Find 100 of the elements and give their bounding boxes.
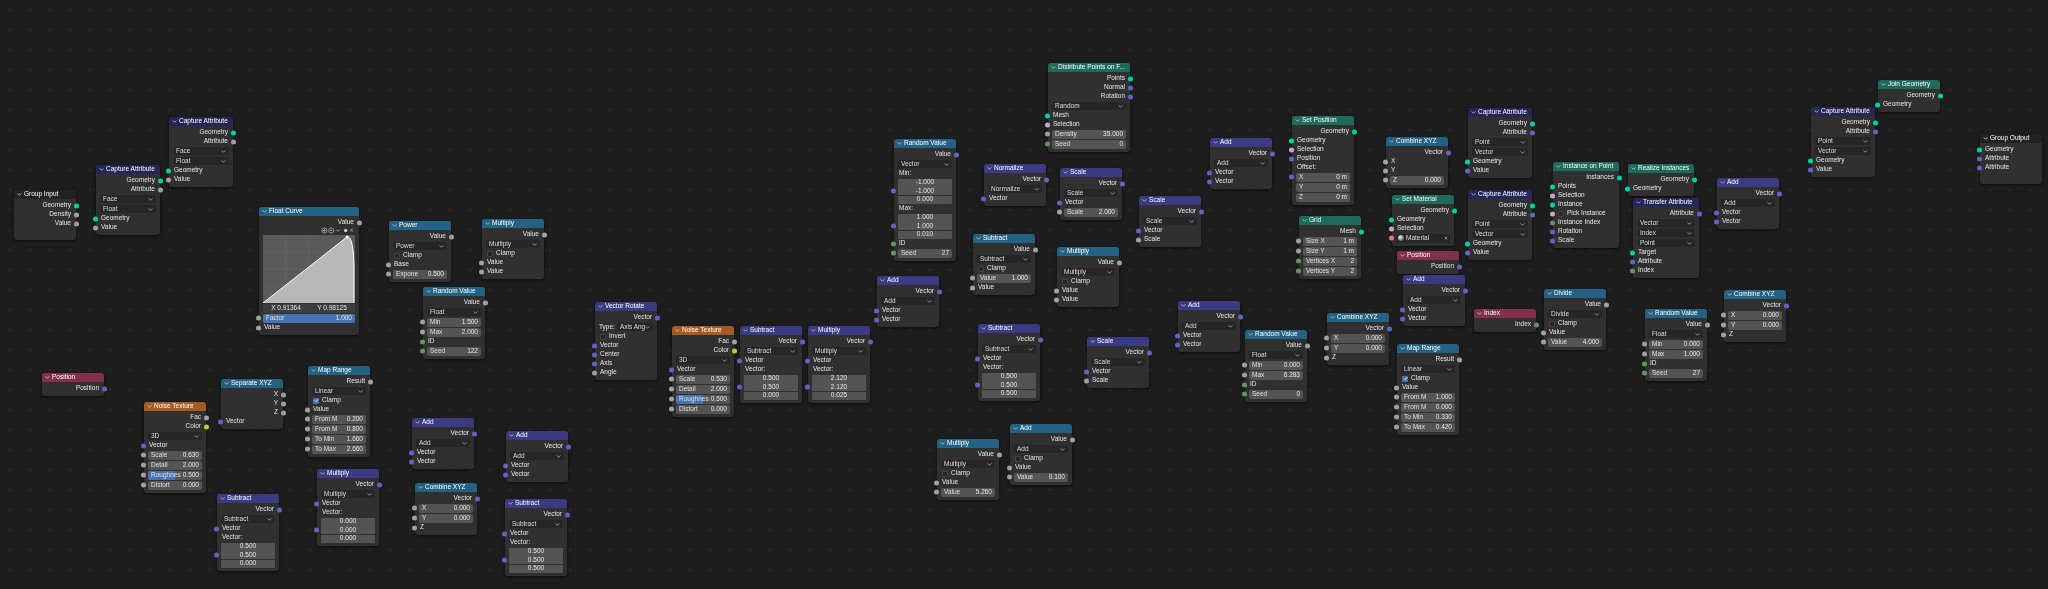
chevron-icon[interactable] — [987, 167, 992, 170]
socket-icon[interactable] — [1721, 312, 1726, 318]
socket-icon[interactable] — [256, 325, 261, 330]
socket-icon[interactable] — [420, 319, 425, 325]
socket-icon[interactable] — [1383, 168, 1388, 173]
chevron-icon[interactable] — [311, 369, 316, 372]
chevron-icon[interactable] — [1400, 254, 1405, 257]
chevron-icon[interactable] — [1406, 278, 1411, 281]
socket-icon[interactable] — [1242, 372, 1247, 378]
socket-icon[interactable] — [1007, 465, 1012, 470]
socket-icon[interactable] — [970, 275, 975, 281]
checkbox[interactable] — [1549, 320, 1555, 327]
socket-icon[interactable] — [314, 527, 319, 533]
chevron-icon[interactable] — [1302, 219, 1307, 222]
chevron-icon[interactable] — [1471, 193, 1476, 196]
chevron-icon[interactable] — [224, 382, 229, 385]
socket-icon[interactable] — [1305, 343, 1310, 348]
chevron-icon[interactable] — [1248, 333, 1253, 336]
socket-icon[interactable] — [1550, 202, 1555, 207]
chevron-icon[interactable] — [1814, 110, 1819, 113]
socket-icon[interactable] — [158, 178, 163, 183]
chevron-icon[interactable] — [509, 434, 514, 437]
socket-icon[interactable] — [305, 446, 310, 452]
socket-icon[interactable] — [737, 384, 742, 390]
chevron-icon[interactable] — [1395, 198, 1400, 201]
socket-icon[interactable] — [305, 436, 310, 442]
socket-icon[interactable] — [1136, 237, 1141, 242]
chevron-icon[interactable] — [1720, 181, 1725, 184]
socket-icon[interactable] — [166, 177, 171, 182]
socket-icon[interactable] — [1550, 193, 1555, 198]
socket-icon[interactable] — [1289, 147, 1294, 152]
socket-icon[interactable] — [1045, 113, 1050, 118]
socket-icon[interactable] — [1808, 158, 1813, 163]
socket-icon[interactable] — [891, 250, 896, 256]
socket-icon[interactable] — [934, 489, 939, 495]
socket-icon[interactable] — [412, 515, 417, 521]
socket-icon[interactable] — [934, 480, 939, 485]
socket-icon[interactable] — [1642, 341, 1647, 347]
socket-icon[interactable] — [1242, 391, 1247, 397]
chevron-icon[interactable] — [811, 329, 816, 332]
socket-icon[interactable] — [1617, 175, 1622, 180]
socket-icon[interactable] — [1054, 297, 1059, 302]
socket-icon[interactable] — [1070, 437, 1075, 442]
socket-icon[interactable] — [305, 407, 310, 412]
chevron-icon[interactable] — [1636, 201, 1641, 204]
socket-icon[interactable] — [231, 139, 236, 144]
socket-icon[interactable] — [74, 212, 79, 217]
socket-icon[interactable] — [141, 472, 146, 478]
curve-toolbar-drawing[interactable] — [321, 227, 355, 234]
socket-icon[interactable] — [1394, 385, 1399, 390]
socket-icon[interactable] — [732, 339, 737, 344]
checkbox[interactable] — [487, 250, 493, 257]
chevron-icon[interactable] — [220, 497, 225, 500]
socket-icon[interactable] — [502, 557, 507, 563]
socket-icon[interactable] — [975, 382, 980, 388]
chevron-icon[interactable] — [1400, 347, 1405, 350]
chevron-icon[interactable] — [743, 329, 748, 332]
chevron-icon[interactable] — [897, 142, 902, 145]
chevron-icon[interactable] — [1013, 427, 1018, 430]
chevron-icon[interactable] — [1547, 292, 1552, 295]
socket-icon[interactable] — [204, 424, 209, 429]
curve-graph-drawing[interactable] — [263, 235, 355, 303]
checkbox[interactable] — [1015, 455, 1021, 462]
socket-icon[interactable] — [1550, 220, 1555, 225]
socket-icon[interactable] — [1705, 322, 1710, 327]
chevron-icon[interactable] — [1477, 312, 1482, 315]
socket-icon[interactable] — [891, 223, 896, 229]
socket-icon[interactable] — [1977, 147, 1982, 152]
socket-icon[interactable] — [420, 339, 425, 344]
socket-icon[interactable] — [1604, 302, 1609, 307]
socket-icon[interactable] — [891, 241, 896, 246]
chevron-icon[interactable] — [1389, 140, 1394, 143]
socket-icon[interactable] — [141, 462, 146, 468]
chevron-icon[interactable] — [415, 421, 420, 424]
socket-icon[interactable] — [1117, 260, 1122, 265]
socket-icon[interactable] — [542, 232, 547, 237]
checkbox[interactable] — [1062, 278, 1068, 285]
socket-icon[interactable] — [1352, 129, 1357, 134]
socket-icon[interactable] — [1045, 131, 1050, 137]
socket-icon[interactable] — [1642, 361, 1647, 366]
chevron-icon[interactable] — [1213, 141, 1218, 144]
socket-icon[interactable] — [1873, 120, 1878, 125]
socket-icon[interactable] — [479, 260, 484, 265]
socket-icon[interactable] — [1289, 138, 1294, 143]
chevron-icon[interactable] — [418, 486, 423, 489]
socket-icon[interactable] — [891, 188, 896, 194]
socket-icon[interactable] — [386, 262, 391, 267]
socket-icon[interactable] — [141, 452, 146, 458]
socket-icon[interactable] — [1541, 330, 1546, 335]
socket-icon[interactable] — [357, 220, 362, 225]
socket-icon[interactable] — [669, 376, 674, 382]
socket-icon[interactable] — [1242, 382, 1247, 387]
checkbox[interactable] — [978, 265, 984, 272]
chevron-icon[interactable] — [880, 279, 885, 282]
checkbox[interactable] — [394, 252, 400, 259]
socket-icon[interactable] — [305, 426, 310, 432]
socket-icon[interactable] — [74, 203, 79, 208]
chevron-icon[interactable] — [172, 120, 177, 123]
socket-icon[interactable] — [669, 406, 674, 412]
socket-icon[interactable] — [1128, 76, 1133, 81]
